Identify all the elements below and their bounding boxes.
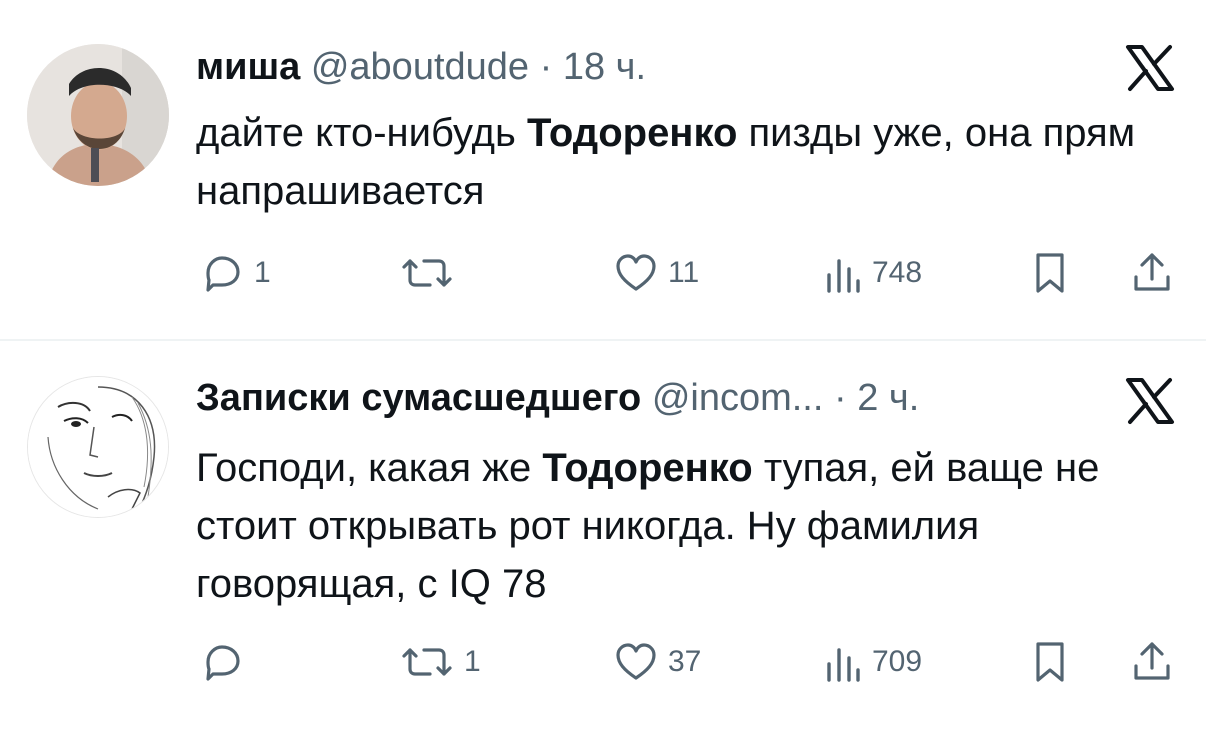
reply-icon — [200, 642, 244, 682]
like-button[interactable]: 11 — [614, 248, 699, 298]
avatar-drawing — [28, 377, 168, 517]
retweet-button[interactable] — [400, 248, 464, 298]
bookmark-icon — [1030, 640, 1070, 684]
reply-count: 1 — [254, 256, 271, 289]
share-icon — [1130, 640, 1174, 684]
x-logo-icon — [1124, 44, 1176, 92]
author-handle[interactable]: @aboutdude — [311, 46, 529, 88]
separator: · — [539, 46, 553, 88]
bookmark-icon — [1030, 251, 1070, 295]
tweet-1[interactable]: миша @aboutdude · 18 ч. дайте кто-нибудь… — [0, 0, 1206, 340]
share-button[interactable] — [1130, 637, 1174, 687]
retweet-button[interactable]: 1 — [400, 637, 481, 687]
retweet-icon — [400, 642, 454, 682]
share-button[interactable] — [1130, 248, 1174, 298]
tweet-text: Господи, какая же Тодоренко тупая, ей ва… — [196, 439, 1186, 613]
author-handle[interactable]: @incom... — [652, 377, 824, 419]
tweet-text-bold: Тодоренко — [526, 111, 738, 155]
views-button[interactable]: 709 — [822, 637, 922, 687]
tweet-text-bold: Тодоренко — [542, 446, 753, 490]
action-bar: 1 37 709 — [0, 637, 1206, 687]
like-count: 11 — [668, 256, 700, 289]
retweet-count: 1 — [464, 645, 481, 678]
views-count: 709 — [872, 645, 923, 678]
reply-icon — [200, 253, 244, 293]
action-bar: 1 11 748 — [0, 248, 1206, 298]
tweet-header: Записки сумасшедшего @incom... · 2 ч. — [196, 375, 919, 421]
timestamp[interactable]: 18 ч. — [563, 46, 646, 88]
timestamp[interactable]: 2 ч. — [857, 377, 919, 419]
avatar-photo — [27, 44, 169, 186]
tweet-text-part: Господи, какая же — [196, 446, 543, 490]
like-icon — [614, 642, 658, 682]
like-icon — [614, 253, 658, 293]
views-count: 748 — [872, 256, 923, 289]
separator: · — [834, 377, 847, 419]
like-button[interactable]: 37 — [614, 637, 701, 687]
tweet-text: дайте кто-нибудь Тодоренко пизды уже, он… — [196, 104, 1186, 220]
views-icon — [822, 642, 862, 682]
like-count: 37 — [668, 645, 702, 678]
avatar[interactable] — [27, 44, 169, 186]
tweet-header: миша @aboutdude · 18 ч. — [196, 44, 646, 90]
tweet-text-part: дайте кто-нибудь — [196, 111, 527, 155]
author-name[interactable]: миша — [196, 46, 300, 88]
views-icon — [822, 253, 862, 293]
author-name[interactable]: Записки сумасшедшего — [196, 377, 641, 419]
retweet-icon — [400, 253, 454, 293]
views-button[interactable]: 748 — [822, 248, 922, 298]
reply-button[interactable]: 1 — [200, 248, 271, 298]
avatar[interactable] — [27, 376, 169, 518]
share-icon — [1130, 251, 1174, 295]
bookmark-button[interactable] — [1030, 248, 1070, 298]
bookmark-button[interactable] — [1030, 637, 1070, 687]
x-logo-icon — [1124, 377, 1176, 425]
tweet-2[interactable]: Записки сумасшедшего @incom... · 2 ч. Го… — [0, 341, 1206, 731]
reply-button[interactable] — [200, 637, 254, 687]
